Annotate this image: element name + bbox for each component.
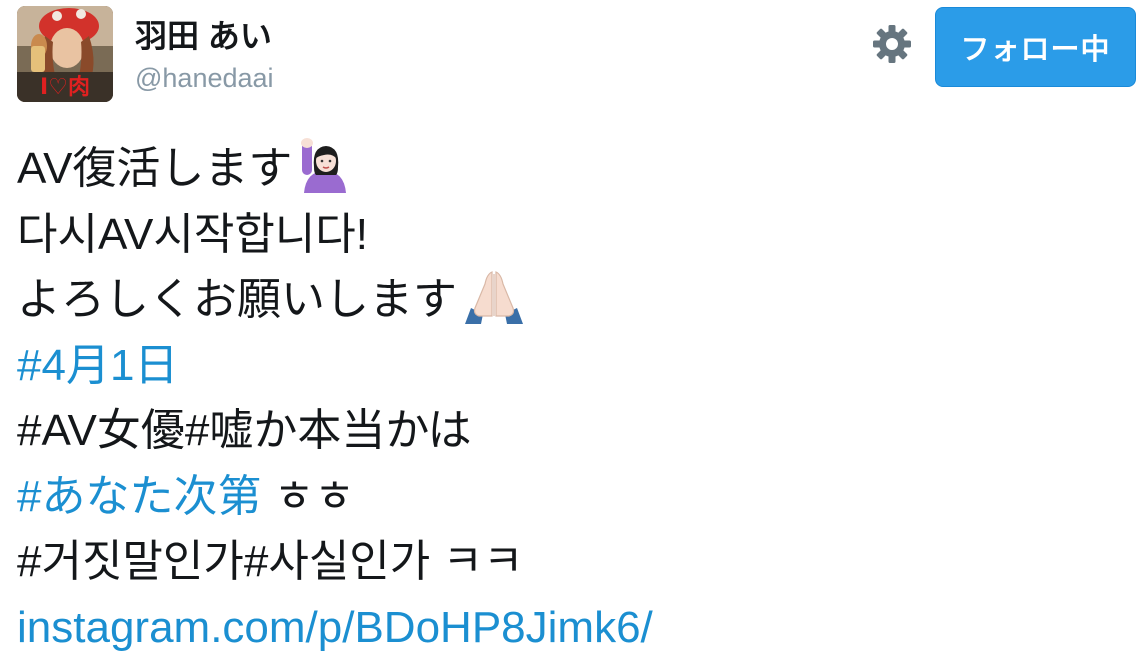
tweet-text: AV復活します 다시AV시작합니다! よろしくお願いします (17, 136, 1127, 660)
tweet-line-3-text: よろしくお願いします (17, 275, 457, 324)
display-name[interactable]: 羽田 あい (135, 14, 272, 58)
tweet-line-6: #あなた次第 ㅎㅎ (17, 464, 1127, 530)
gear-icon[interactable] (872, 24, 912, 64)
following-button[interactable]: フォロー中 (935, 7, 1136, 87)
folded-hands-emoji (461, 268, 519, 326)
tweet-card: I♡肉 羽田 あい @hanedaai フォロー中 AV復活します (0, 0, 1148, 646)
avatar[interactable]: I♡肉 (17, 6, 113, 102)
avatar-image: I♡肉 (17, 6, 113, 102)
tweet-line-7: #거짓말인가#사실인가 ㅋㅋ (17, 529, 1127, 595)
avatar-caption: I♡肉 (40, 75, 90, 100)
instagram-link[interactable]: instagram.com/p/BDoHP8Jimk6/ (17, 603, 653, 652)
tweet-line-3: よろしくお願いします (17, 267, 1127, 333)
tweet-line-5: #AV女優#嘘か本当かは (17, 398, 1127, 464)
hashtag-april-1[interactable]: #4月1日 (17, 341, 178, 390)
screen-name[interactable]: @hanedaai (135, 61, 274, 95)
tweet-line-1: AV復活します (17, 136, 1127, 202)
hashtag-anata-shidai[interactable]: #あなた次第 (17, 472, 261, 521)
tweet-line-8: instagram.com/p/BDoHP8Jimk6/ (17, 595, 1127, 660)
tweet-line-1-text: AV復活します (17, 144, 292, 193)
tweet-line-6-suffix: ㅎㅎ (261, 472, 354, 521)
tweet-line-4: #4月1日 (17, 333, 1127, 399)
tweet-line-2: 다시AV시작합니다! (17, 202, 1127, 268)
person-raising-hand-emoji (296, 137, 354, 195)
